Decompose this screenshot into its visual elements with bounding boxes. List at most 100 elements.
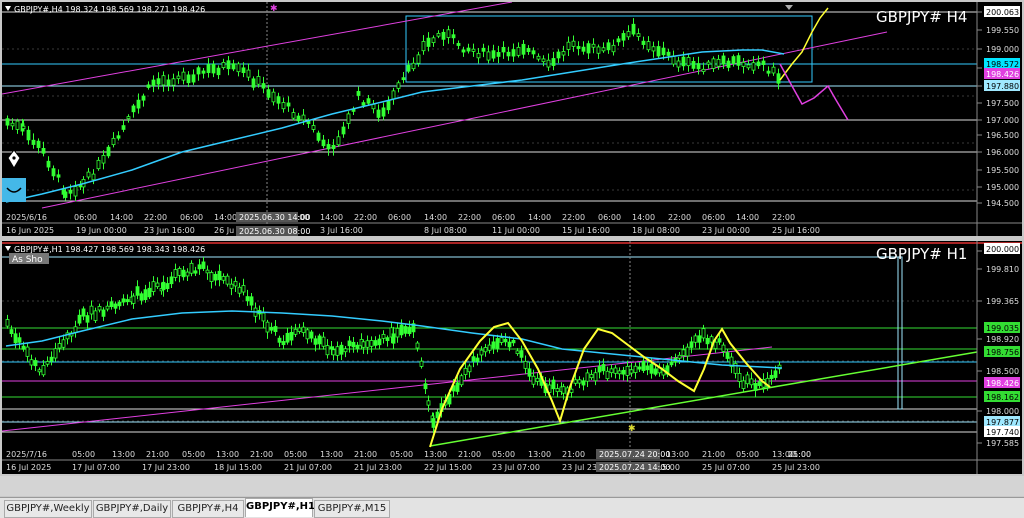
h1-symbol-label: GBPJPY# H1 xyxy=(876,245,967,263)
h4-projection-magenta[interactable] xyxy=(779,63,849,121)
price-tick-label: 197.585 xyxy=(986,439,1019,448)
time-tick-label: 26 Ju xyxy=(214,226,234,235)
time-tick-label: 19 Jun 00:00 xyxy=(76,226,127,235)
time-tick-label: 17 Jul 23:00 xyxy=(142,463,190,472)
time-tick-label: 8 Jul 08:00 xyxy=(424,226,467,235)
time-tick-label: 05:00 xyxy=(788,450,811,459)
time-tick-label: 14:00 xyxy=(632,213,655,222)
h1-event-marker: ✱ xyxy=(628,424,636,434)
h1-candles xyxy=(5,257,782,434)
h4-time-axis[interactable]: 16 Jun 2025 19 Jun 00:00 23 Jun 16:00 26 Ju… xyxy=(6,226,820,235)
price-badge: 200.000 xyxy=(986,245,1019,254)
price-tick-label: 194.500 xyxy=(986,199,1019,208)
tab-gbpjpy-weekly[interactable]: GBPJPY#,Weekly xyxy=(4,500,92,518)
h1-chart-canvas[interactable]: ✱ 200.000 199.810 199.365 198.920 198.500 198… xyxy=(2,241,1022,474)
time-tick-label: 15 Jul 16:00 xyxy=(562,226,610,235)
time-tick-label: 21:00 xyxy=(250,450,273,459)
h1-object-label[interactable]: As Sho xyxy=(12,255,43,265)
h1-time-axis[interactable]: 16 Jul 2025 17 Jul 07:00 17 Jul 23:00 18 Ju… xyxy=(6,463,820,472)
time-tick-label: 16 Jul 2025 xyxy=(6,463,51,472)
time-tick-label: 05:00 xyxy=(390,450,413,459)
time-tick-label: 13:00 xyxy=(216,450,239,459)
time-tick-label: 21 Jul 23:00 xyxy=(354,463,402,472)
smile-indicator-icon[interactable] xyxy=(2,178,26,202)
h4-shift-marker[interactable] xyxy=(785,5,793,10)
price-badge: 198.162 xyxy=(986,393,1019,402)
time-tick-label: 21 Jul 07:00 xyxy=(284,463,332,472)
time-tick-label: 05:00 xyxy=(284,450,307,459)
time-tick-label: 22:00 xyxy=(772,213,795,222)
time-tick-label: 25 Jul 16:00 xyxy=(772,226,820,235)
h1-ohlc-info: GBPJPY#,H1 198.427 198.569 198.343 198.4… xyxy=(14,245,205,254)
h4-time-axis-small: 2025/6/1606:0014:0022:0006:0014:002025.0… xyxy=(6,213,795,222)
price-badge: 198.572 xyxy=(986,60,1019,69)
time-tick-label: 3 Jul 16:00 xyxy=(320,226,363,235)
h4-projection-yellow[interactable] xyxy=(779,7,829,81)
h4-chart-canvas[interactable]: ✱ 200.063199.550199.000198.500198.000197… xyxy=(2,2,1022,236)
h1-collapse-icon[interactable] xyxy=(5,246,11,251)
time-tick-label: 13:00 xyxy=(320,450,343,459)
price-tick-label: 198.000 xyxy=(986,407,1019,416)
price-badge: 197.877 xyxy=(986,418,1019,427)
time-tick-label: 06:00 xyxy=(74,213,97,222)
time-tick-label: 21:00 xyxy=(146,450,169,459)
h4-crosshair-date-bottom: 2025.06.30 08:00 xyxy=(239,227,310,236)
time-tick-label: 16 Jun 2025 xyxy=(6,226,54,235)
time-tick-label: 05:00 xyxy=(492,450,515,459)
time-tick-label: 22:00 xyxy=(668,213,691,222)
h1-crosshair-date-top: 2025.07.24 20:00 xyxy=(599,450,670,459)
time-tick-label: 25 Jul 07:00 xyxy=(702,463,750,472)
tab-gbpjpy-h4[interactable]: GBPJPY#,H4 xyxy=(172,500,244,518)
chart-tab-bar: GBPJPY#,Weekly GBPJPY#,Daily GBPJPY#,H4 … xyxy=(0,497,1024,518)
price-tick-label: 196.000 xyxy=(986,148,1019,157)
time-tick-label: 21:00 xyxy=(702,450,725,459)
time-tick-label: 21:00 xyxy=(458,450,481,459)
h4-chart-pane[interactable]: ✱ 200.063199.550199.000198.500198.000197… xyxy=(2,2,1022,236)
h4-symbol-label: GBPJPY# H4 xyxy=(876,8,967,26)
h4-cursor-marker: ✱ xyxy=(270,4,278,14)
tab-gbpjpy-m15[interactable]: GBPJPY#,M15 xyxy=(314,500,390,518)
price-badge: 197.880 xyxy=(986,82,1019,91)
time-tick-label: 11 Jul 00:00 xyxy=(492,226,540,235)
h4-price-axis[interactable]: 200.063199.550199.000198.500198.000197.5… xyxy=(977,8,1019,208)
time-tick-label: 14:00 xyxy=(736,213,759,222)
chart-scroll-area[interactable] xyxy=(0,476,1024,496)
price-badge: 198.426 xyxy=(986,70,1019,79)
price-tick-label: 196.500 xyxy=(986,131,1019,140)
time-tick-label: 06:00 xyxy=(492,213,515,222)
time-tick-label: 17 Jul 07:00 xyxy=(72,463,120,472)
tab-gbpjpy-h1[interactable]: GBPJPY#,H1 xyxy=(245,498,315,517)
tab-gbpjpy-daily[interactable]: GBPJPY#,Daily xyxy=(93,500,171,518)
price-tick-label: 199.365 xyxy=(986,297,1019,306)
h1-crosshair-date-bottom: 2025.07.24 14:00 xyxy=(599,463,670,472)
price-tick-label: 199.550 xyxy=(986,26,1019,35)
time-tick-label: 2025/7/16 xyxy=(6,450,47,459)
time-tick-label: 14:00 xyxy=(424,213,447,222)
price-badge: 199.035 xyxy=(986,324,1019,333)
time-tick-label: 21:00 xyxy=(354,450,377,459)
time-tick-label: 23 Jun 16:00 xyxy=(144,226,195,235)
time-tick-label: 14:00 xyxy=(320,213,343,222)
time-tick-label: 06:00 xyxy=(598,213,621,222)
time-tick-label: 25 Jul 23:00 xyxy=(772,463,820,472)
price-tick-label: 195.000 xyxy=(986,183,1019,192)
time-tick-label: 22 Jul 15:00 xyxy=(424,463,472,472)
h4-collapse-icon[interactable] xyxy=(5,6,11,11)
time-tick-label: 22:00 xyxy=(562,213,585,222)
h1-channel-line[interactable] xyxy=(2,346,773,432)
price-tick-label: 195.500 xyxy=(986,166,1019,175)
time-tick-label: 13:00 xyxy=(528,450,551,459)
h4-candles xyxy=(5,18,781,202)
time-tick-label: 22:00 xyxy=(144,213,167,222)
time-tick-label: 13:00 xyxy=(424,450,447,459)
time-tick-label: 14:00 xyxy=(110,213,133,222)
time-tick-label: 18 Jul 15:00 xyxy=(214,463,262,472)
time-tick-label: 18 Jul 08:00 xyxy=(632,226,680,235)
h1-chart-pane[interactable]: ✱ 200.000 199.810 199.365 198.920 198.500 198… xyxy=(2,241,1022,474)
time-tick-label: 23 Jul 07:00 xyxy=(492,463,540,472)
time-tick-label: 22:00 xyxy=(458,213,481,222)
time-tick-label: 06:00 xyxy=(702,213,725,222)
pen-tool-icon[interactable] xyxy=(7,149,21,169)
time-tick-label: 05:00 xyxy=(182,450,205,459)
price-tick-label: 199.810 xyxy=(986,265,1019,274)
